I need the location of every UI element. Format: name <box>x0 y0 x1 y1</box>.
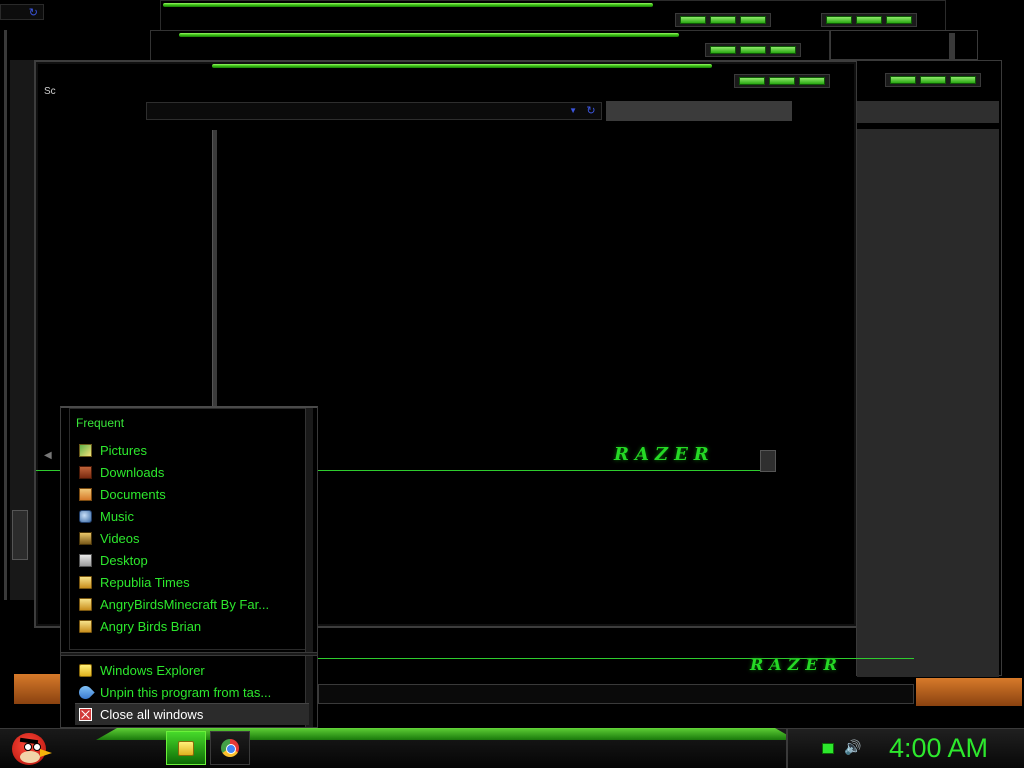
window-controls[interactable] <box>734 74 830 88</box>
jump-list-item-downloads[interactable]: Downloads <box>79 461 309 483</box>
maximize-button[interactable] <box>710 16 736 24</box>
explorer-window-left-edge <box>0 30 34 600</box>
jump-list-item-music[interactable]: Music <box>79 505 309 527</box>
window-controls[interactable] <box>885 73 981 87</box>
jump-list-task-unpin[interactable]: Unpin this program from tas... <box>76 681 309 703</box>
window-frame <box>949 33 955 61</box>
jump-list-separator <box>61 652 317 656</box>
taskbar-button-chrome[interactable] <box>210 731 250 765</box>
jump-list-tasks: Windows Explorer Unpin this program from… <box>75 659 309 725</box>
documents-icon <box>79 487 92 501</box>
window-frame <box>4 30 7 600</box>
jump-list-item-label: Pictures <box>100 442 147 458</box>
folder-icon <box>79 575 92 589</box>
jump-list-item-label: Videos <box>100 530 140 546</box>
jump-list-item-label: AngryBirdsMinecraft By Far... <box>100 596 270 612</box>
jump-list-item-documents[interactable]: Documents <box>79 483 309 505</box>
jump-list-frequent-items: Pictures Downloads Documents Music Video… <box>79 439 309 637</box>
explorer-window-right-back[interactable] <box>830 30 978 61</box>
explorer-icon <box>79 663 92 677</box>
jump-list-task-label: Close all windows <box>100 707 204 722</box>
razer-logo: RAZER <box>750 655 843 674</box>
window-controls[interactable] <box>675 13 771 27</box>
chevron-down-icon[interactable]: ▼ <box>569 106 577 115</box>
jump-list-item-label: Documents <box>100 486 166 502</box>
window-title-glow <box>179 33 679 37</box>
window-title-glow <box>212 64 712 68</box>
folder-icon <box>79 597 92 611</box>
status-bar <box>318 684 914 704</box>
explorer-icon <box>178 740 194 756</box>
maximize-button[interactable] <box>769 77 795 85</box>
jump-list-item-angry-birds-brian[interactable]: Angry Birds Brian <box>79 615 309 637</box>
jump-list-task-close-all-windows[interactable]: Close all windows <box>75 703 309 725</box>
jump-list-item-videos[interactable]: Videos <box>79 527 309 549</box>
maximize-button[interactable] <box>740 46 766 54</box>
jump-list-item-republia-times[interactable]: Republia Times <box>79 571 309 593</box>
chrome-icon <box>221 739 239 757</box>
address-bar[interactable]: ↻ ▼ <box>146 102 602 120</box>
search-input[interactable] <box>606 101 792 121</box>
jump-list-task-label: Unpin this program from tas... <box>100 684 272 700</box>
maximize-button[interactable] <box>856 16 882 24</box>
details-pane <box>857 129 999 677</box>
chevron-left-icon[interactable]: ◀ <box>44 450 52 461</box>
window-controls[interactable] <box>705 43 801 57</box>
minimize-button[interactable] <box>826 16 852 24</box>
folder-icon <box>79 619 92 633</box>
orange-accent <box>916 678 1022 706</box>
downloads-icon <box>79 465 92 479</box>
background-window-address-fragment: ↻ <box>0 4 44 20</box>
volume-icon[interactable]: 🔊 <box>844 739 861 756</box>
jump-list-item-label: Desktop <box>100 552 148 568</box>
close-windows-icon <box>79 708 92 721</box>
refresh-icon[interactable]: ↻ <box>583 104 599 118</box>
jump-list-item-pictures[interactable]: Pictures <box>79 439 309 461</box>
jump-list-section-title: Frequent <box>76 416 125 430</box>
network-icon[interactable] <box>822 743 834 754</box>
videos-icon <box>79 531 92 545</box>
pictures-icon <box>79 443 92 457</box>
jump-list-item-label: Downloads <box>100 464 165 480</box>
orange-accent <box>14 674 60 704</box>
unpin-icon <box>76 682 95 702</box>
jump-list-item-label: Angry Birds Brian <box>100 618 202 634</box>
close-button[interactable] <box>799 77 825 85</box>
close-button[interactable] <box>770 46 796 54</box>
minimize-button[interactable] <box>710 46 736 54</box>
maximize-button[interactable] <box>920 76 946 84</box>
minimize-button[interactable] <box>890 76 916 84</box>
close-button[interactable] <box>740 16 766 24</box>
start-button[interactable] <box>6 729 56 767</box>
razer-logo: RAZER <box>614 444 715 465</box>
jump-list-task-windows-explorer[interactable]: Windows Explorer <box>79 659 309 681</box>
search-input[interactable] <box>857 101 999 123</box>
partial-label: Sc <box>44 86 56 97</box>
jump-list-task-label: Windows Explorer <box>100 662 205 678</box>
music-icon <box>79 509 92 523</box>
minimize-button[interactable] <box>739 77 765 85</box>
minimize-button[interactable] <box>680 16 706 24</box>
scroll-handle[interactable] <box>760 450 776 472</box>
window-title-glow <box>163 3 653 7</box>
close-button[interactable] <box>950 76 976 84</box>
jump-list-item-label: Music <box>100 508 134 524</box>
scrollbar-thumb[interactable] <box>12 510 28 560</box>
system-tray: 🔊 4:00 AM <box>786 729 1024 768</box>
taskbar-clock[interactable]: 4:00 AM <box>889 733 988 764</box>
explorer-window-back[interactable] <box>160 0 946 33</box>
taskbar-button-windows-explorer[interactable] <box>166 731 206 765</box>
window-controls[interactable] <box>821 13 917 27</box>
jump-list-item-label: Republia Times <box>100 574 190 590</box>
taskbar-jump-list: Frequent Pictures Downloads Documents Mu… <box>60 406 318 728</box>
jump-list-item-angrybirdsminecraft[interactable]: AngryBirdsMinecraft By Far... <box>79 593 309 615</box>
jump-list-item-desktop[interactable]: Desktop <box>79 549 309 571</box>
desktop-icon <box>79 553 92 567</box>
close-button[interactable] <box>886 16 912 24</box>
explorer-window-right[interactable] <box>856 60 1002 677</box>
refresh-icon: ↻ <box>28 7 38 19</box>
